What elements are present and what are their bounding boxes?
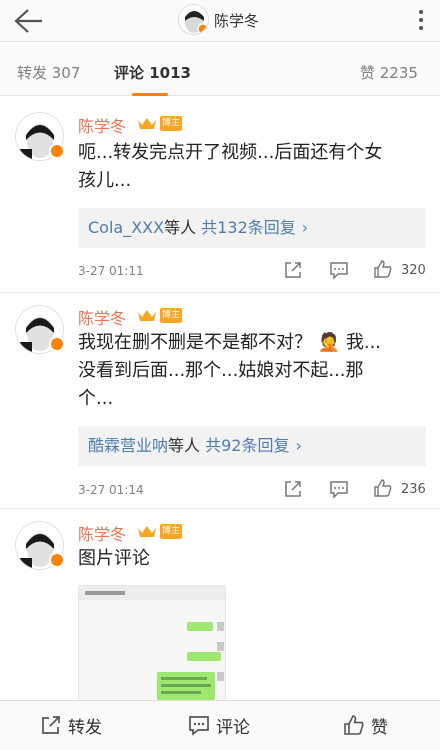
vip-crown-icon [138, 526, 156, 537]
comment-text: 图片评论 [78, 548, 150, 569]
blogger-badge: 博主 [160, 308, 182, 323]
comment-icon[interactable] [329, 479, 349, 499]
replies-link[interactable]: Cola_XXX等人 共132条回复 › [78, 208, 426, 248]
comment-author[interactable]: 陈学冬 [78, 521, 126, 545]
verified-badge-icon [49, 552, 65, 568]
tab-likes[interactable]: 赞 2235 [360, 62, 418, 83]
verified-badge-icon [49, 336, 65, 352]
vip-crown-icon [138, 118, 156, 129]
active-tab-indicator [132, 93, 168, 96]
comment-time: 3-27 01:14 [78, 483, 144, 497]
back-arrow-icon[interactable] [12, 6, 44, 36]
top-nav-bar: 陈学冬 [0, 0, 440, 42]
share-icon[interactable] [283, 260, 303, 280]
comment-author[interactable]: 陈学冬 [78, 305, 126, 329]
comment-button[interactable]: 评论 [188, 712, 250, 738]
repost-icon [42, 716, 60, 734]
replies-link[interactable]: 酷霖营业呐等人 共92条回复 › [78, 426, 426, 466]
repost-button[interactable]: 转发 [40, 712, 102, 738]
chevron-right-icon: › [301, 218, 309, 237]
comment-icon [189, 716, 209, 736]
comment-author[interactable]: 陈学冬 [78, 113, 126, 137]
chevron-right-icon: › [295, 436, 302, 455]
bottom-action-bar: 转发 评论 赞 [0, 700, 440, 750]
comment-text: 我现在删不删是不是都不对？ 🤦 我... 没看到后面...那个...姑娘对不起.… [78, 332, 382, 409]
reply-user[interactable]: Cola_XXX [88, 218, 164, 237]
thumbs-up-icon[interactable] [373, 478, 393, 498]
comment-text: 呃...转发完点开了视频...后面还有个女 孩儿... [78, 142, 383, 191]
tab-comments[interactable]: 评论 1013 [114, 62, 191, 83]
comment-item: 陈学冬 博主 呃...转发完点开了视频...后面还有个女 孩儿... Cola_… [0, 97, 440, 292]
header-avatar[interactable] [178, 4, 209, 35]
comment-time: 3-27 01:11 [78, 264, 144, 278]
like-count: 236 [401, 482, 426, 497]
header-author-name[interactable]: 陈学冬 [214, 10, 259, 31]
blogger-badge: 博主 [160, 116, 182, 131]
thumbs-up-icon [344, 715, 364, 735]
reply-user[interactable]: 酷霖营业呐 [88, 436, 168, 455]
tab-repost[interactable]: 转发 307 [17, 62, 80, 83]
comment-item: 陈学冬 博主 我现在删不删是不是都不对？ 🤦 我... 没看到后面...那个..… [0, 293, 440, 508]
blogger-badge: 博主 [160, 524, 182, 539]
feed-tabs: 转发 307 评论 1013 赞 2235 [0, 42, 440, 96]
like-button[interactable]: 赞 [343, 712, 388, 738]
like-count: 320 [401, 263, 426, 278]
reply-count: 共132条回复 [201, 218, 296, 237]
comment-image-thumbnail[interactable] [78, 585, 226, 703]
more-options-icon[interactable] [416, 9, 426, 31]
vip-crown-icon [138, 310, 156, 321]
verified-badge-icon [49, 143, 65, 159]
reply-count: 共92条回复 [205, 436, 290, 455]
comment-icon[interactable] [329, 260, 349, 280]
share-icon[interactable] [283, 479, 303, 499]
thumbs-up-icon[interactable] [373, 259, 393, 279]
